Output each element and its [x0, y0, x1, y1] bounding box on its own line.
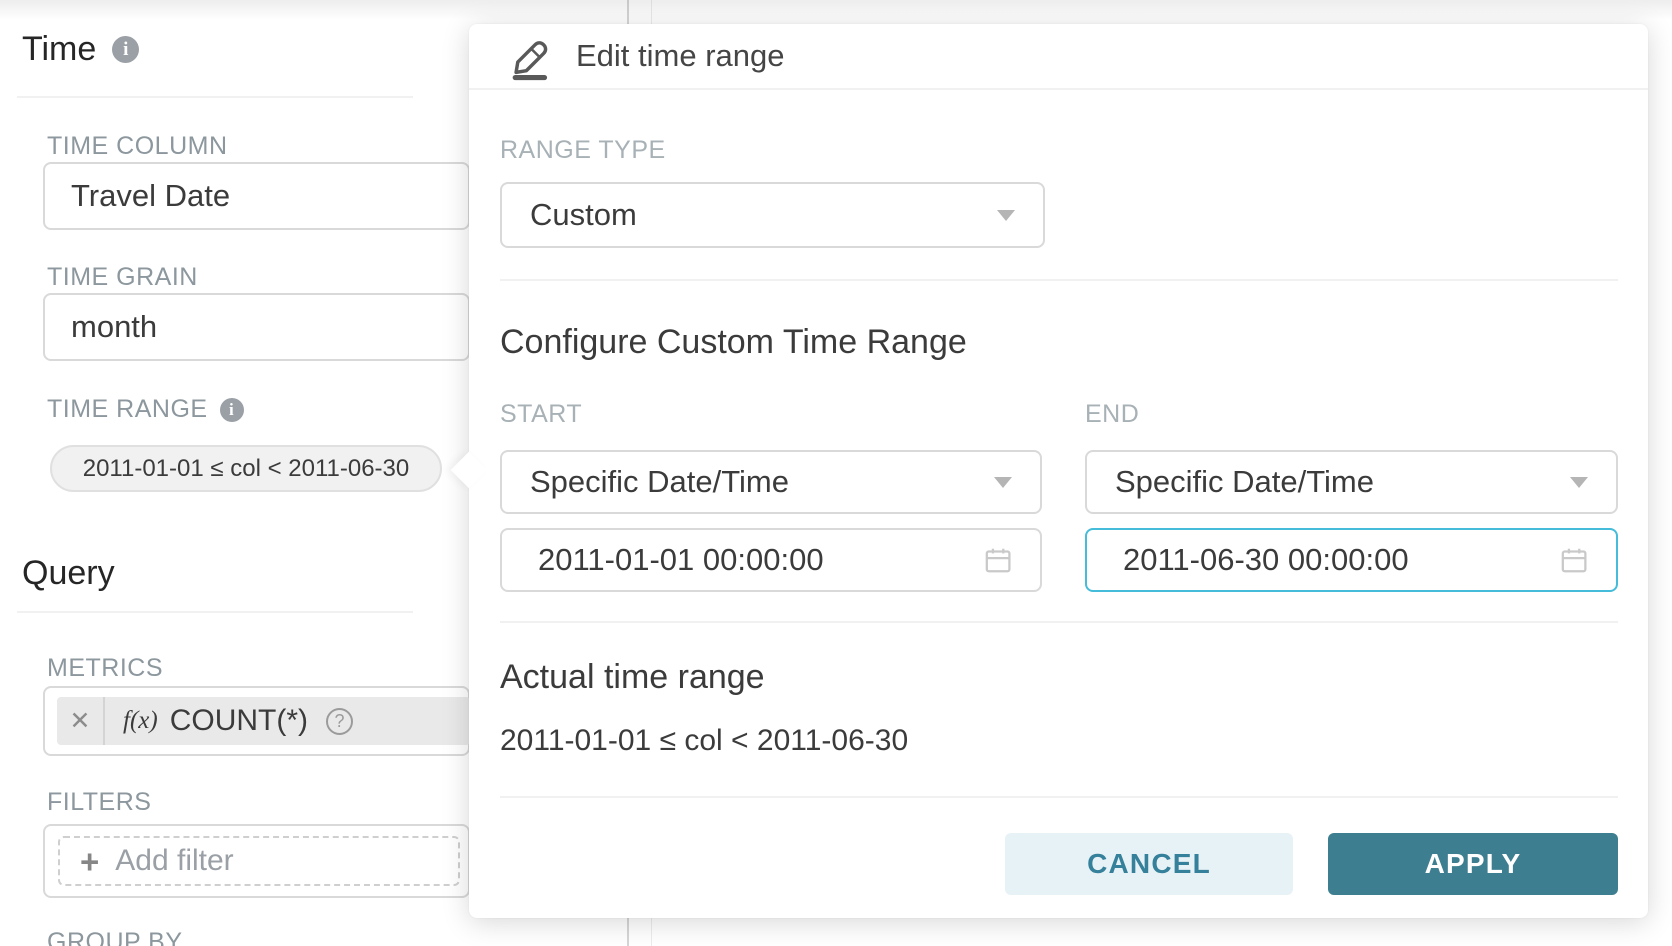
actual-time-range-heading: Actual time range [500, 658, 765, 697]
start-label: START [500, 400, 582, 429]
cancel-button[interactable]: CANCEL [1005, 833, 1293, 895]
section-divider [17, 611, 413, 613]
metric-name: COUNT(*) [170, 704, 308, 738]
filters-field: + Add filter [43, 824, 470, 898]
metric-chip[interactable]: ✕ f(x) COUNT(*) ? [57, 697, 470, 745]
configure-heading: Configure Custom Time Range [500, 323, 967, 362]
time-column-select[interactable]: Travel Date [43, 162, 470, 230]
popover-header: Edit time range [469, 24, 1648, 90]
start-mode-value: Specific Date/Time [530, 464, 789, 500]
add-filter-label: Add filter [115, 844, 233, 878]
help-icon[interactable]: ? [326, 708, 353, 735]
plus-icon: + [80, 845, 99, 878]
end-mode-value: Specific Date/Time [1115, 464, 1374, 500]
calendar-icon[interactable] [984, 545, 1012, 575]
query-section-title: Query [22, 554, 115, 593]
top-shadow [0, 0, 1672, 20]
time-section-label: Time [22, 30, 96, 69]
chevron-down-icon [1570, 477, 1588, 488]
control-panel: Time i TIME COLUMN Travel Date TIME GRAI… [0, 0, 470, 946]
apply-button[interactable]: APPLY [1328, 833, 1618, 895]
time-section-title: Time i [22, 30, 139, 69]
end-label: END [1085, 400, 1139, 429]
function-icon: f(x) [123, 707, 158, 735]
time-grain-label: TIME GRAIN [47, 263, 198, 292]
filters-label: FILTERS [47, 788, 151, 817]
popover-divider [500, 279, 1618, 281]
chevron-down-icon [994, 477, 1012, 488]
time-grain-select[interactable]: month [43, 293, 470, 361]
time-column-label: TIME COLUMN [47, 132, 228, 161]
actual-time-range-value: 2011-01-01 ≤ col < 2011-06-30 [500, 724, 908, 758]
info-icon[interactable]: i [112, 36, 139, 63]
range-type-value: Custom [530, 197, 637, 233]
info-icon[interactable]: i [220, 398, 244, 422]
start-date-input[interactable] [538, 542, 984, 578]
metrics-label: METRICS [47, 654, 163, 683]
query-section-label: Query [22, 554, 115, 593]
end-date-input-wrap [1085, 528, 1618, 592]
end-date-input[interactable] [1123, 542, 1560, 578]
chip-separator [103, 697, 105, 745]
start-date-input-wrap [500, 528, 1042, 592]
start-mode-select[interactable]: Specific Date/Time [500, 450, 1042, 514]
section-divider [17, 96, 413, 98]
popover-divider [500, 621, 1618, 623]
explore-page: Time i TIME COLUMN Travel Date TIME GRAI… [0, 0, 1672, 946]
time-range-label-row: TIME RANGE i [47, 395, 244, 424]
calendar-icon[interactable] [1560, 545, 1588, 575]
range-type-label: RANGE TYPE [500, 136, 666, 165]
time-range-label: TIME RANGE [47, 395, 208, 424]
chevron-down-icon [997, 210, 1015, 221]
popover-divider [500, 796, 1618, 798]
group-by-label: GROUP BY [47, 928, 183, 946]
popover-title: Edit time range [576, 38, 785, 74]
time-range-pill[interactable]: 2011-01-01 ≤ col < 2011-06-30 [50, 445, 442, 492]
add-filter-button[interactable]: + Add filter [58, 836, 460, 886]
close-icon[interactable]: ✕ [57, 697, 103, 745]
time-column-value: Travel Date [71, 178, 230, 214]
metrics-field[interactable]: ✕ f(x) COUNT(*) ? [43, 686, 470, 756]
edit-time-range-popover: Edit time range RANGE TYPE Custom Config… [469, 24, 1648, 918]
time-grain-value: month [71, 309, 157, 345]
edit-pencil-icon [506, 31, 552, 81]
range-type-select[interactable]: Custom [500, 182, 1045, 248]
end-mode-select[interactable]: Specific Date/Time [1085, 450, 1618, 514]
